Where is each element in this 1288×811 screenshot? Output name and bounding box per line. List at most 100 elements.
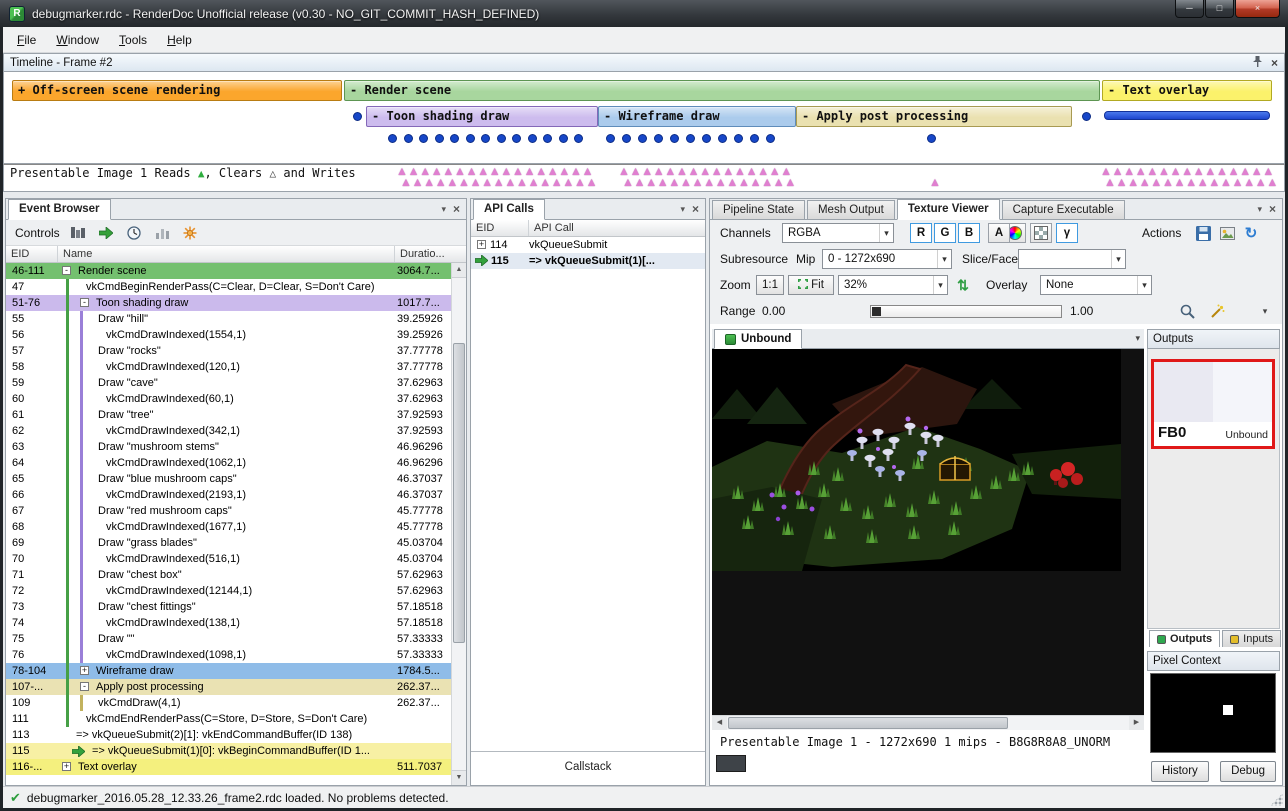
fit-button[interactable]: Fit — [788, 275, 834, 295]
timeline-dot[interactable] — [766, 134, 775, 143]
timeline-dot[interactable] — [353, 112, 362, 121]
event-row-59[interactable]: 59Draw "cave"37.62963 — [6, 375, 451, 391]
refresh-button[interactable]: ↻ — [1240, 223, 1262, 243]
api-calls-header[interactable]: EID API Call — [471, 220, 705, 237]
timeline-dot[interactable] — [718, 134, 727, 143]
column-eid[interactable]: EID — [471, 220, 529, 236]
timeline-dot[interactable] — [574, 134, 583, 143]
event-row-58[interactable]: 58vkCmdDrawIndexed(120,1)37.77778 — [6, 359, 451, 375]
texture-tab-unbound[interactable]: Unbound — [714, 329, 802, 349]
event-row-57[interactable]: 57Draw "rocks"37.77778 — [6, 343, 451, 359]
callstack-section[interactable]: Callstack — [471, 751, 705, 785]
panel-close-icon[interactable]: × — [453, 202, 460, 216]
tree-toggle[interactable]: + — [62, 762, 71, 771]
tab-texture-viewer[interactable]: Texture Viewer — [897, 199, 1000, 220]
scroll-down-icon[interactable]: ▼ — [452, 770, 466, 785]
timeline-dot[interactable] — [750, 134, 759, 143]
timeline-dot[interactable] — [512, 134, 521, 143]
event-row-56[interactable]: 56vkCmdDrawIndexed(1554,1)39.25926 — [6, 327, 451, 343]
event-row-73[interactable]: 73Draw "chest fittings"57.18518 — [6, 599, 451, 615]
texture-tab-dropdown-icon[interactable]: ▾ — [1135, 333, 1140, 344]
channel-r-button[interactable]: R — [910, 223, 932, 243]
export-button[interactable] — [1216, 223, 1238, 243]
tree-toggle[interactable]: + — [477, 240, 486, 249]
column-api-call[interactable]: API Call — [529, 220, 705, 236]
event-row-66[interactable]: 66vkCmdDrawIndexed(2193,1)46.37037 — [6, 487, 451, 503]
event-row-113[interactable]: 113=> vkQueueSubmit(2)[1]: vkEndCommandB… — [6, 727, 451, 743]
menu-item-tools[interactable]: Tools — [109, 29, 157, 51]
timeline-dot[interactable] — [481, 134, 490, 143]
event-row-62[interactable]: 62vkCmdDrawIndexed(342,1)37.92593 — [6, 423, 451, 439]
tree-toggle[interactable]: - — [80, 682, 89, 691]
timeline-dot[interactable] — [686, 134, 695, 143]
event-row-109[interactable]: 109vkCmdDraw(4,1)262.37... — [6, 695, 451, 711]
timeline-dot[interactable] — [543, 134, 552, 143]
pixel-context-view[interactable] — [1150, 673, 1276, 753]
event-row-64[interactable]: 64vkCmdDrawIndexed(1062,1)46.96296 — [6, 455, 451, 471]
texture-display[interactable] — [712, 349, 1144, 715]
minimize-button[interactable]: ─ — [1175, 0, 1204, 18]
timeline-dot[interactable] — [702, 134, 711, 143]
event-row-61[interactable]: 61Draw "tree"37.92593 — [6, 407, 451, 423]
api-call-row-115[interactable]: 115=> vkQueueSubmit(1)[... — [471, 253, 705, 269]
timeline-dot[interactable] — [622, 134, 631, 143]
mip-combo[interactable]: 0 - 1272x690 ▾ — [822, 249, 952, 269]
event-row-70[interactable]: 70vkCmdDrawIndexed(516,1)45.03704 — [6, 551, 451, 567]
tab-outputs[interactable]: Outputs — [1149, 630, 1220, 647]
timeline-body[interactable]: + Off-screen scene rendering- Render sce… — [3, 72, 1285, 164]
timeline-block[interactable]: - Apply post processing — [796, 106, 1072, 127]
timeline-dot[interactable] — [404, 134, 413, 143]
event-row-67[interactable]: 67Draw "red mushroom caps"45.77778 — [6, 503, 451, 519]
range-slider[interactable] — [870, 305, 1062, 318]
timeline-dot[interactable] — [734, 134, 743, 143]
toolbar-overflow-button[interactable]: ▾ — [1254, 301, 1276, 321]
timeline-block[interactable]: - Render scene — [344, 80, 1100, 101]
timeline-block[interactable]: - Wireframe draw — [598, 106, 796, 127]
event-row-74[interactable]: 74vkCmdDrawIndexed(138,1)57.18518 — [6, 615, 451, 631]
event-row-69[interactable]: 69Draw "grass blades"45.03704 — [6, 535, 451, 551]
channel-b-button[interactable]: B — [958, 223, 980, 243]
goto-eid-icon[interactable] — [97, 223, 116, 242]
timeline-close-icon[interactable]: × — [1271, 58, 1278, 68]
timeline-dot[interactable] — [388, 134, 397, 143]
event-row-63[interactable]: 63Draw "mushroom stems"46.96296 — [6, 439, 451, 455]
scroll-up-icon[interactable]: ▲ — [452, 263, 466, 278]
column-name[interactable]: Name — [58, 246, 395, 262]
timeline-dot[interactable] — [528, 134, 537, 143]
save-button[interactable] — [1192, 223, 1214, 243]
tab-capture-executable[interactable]: Capture Executable — [1002, 200, 1125, 219]
history-button[interactable]: History — [1151, 761, 1209, 782]
pin-icon[interactable] — [1252, 56, 1263, 70]
debug-button[interactable]: Debug — [1220, 761, 1276, 782]
event-row-115[interactable]: 115=> vkQueueSubmit(1)[0]: vkBeginComman… — [6, 743, 451, 759]
timeline-dot[interactable] — [606, 134, 615, 143]
event-row-78-104[interactable]: 78-104+Wireframe draw1784.5... — [6, 663, 451, 679]
event-row-55[interactable]: 55Draw "hill"39.25926 — [6, 311, 451, 327]
timeline-header[interactable]: Timeline - Frame #2 × — [3, 53, 1285, 72]
panel-close-icon[interactable]: × — [692, 202, 699, 216]
timeline-dot[interactable] — [466, 134, 475, 143]
event-row-47[interactable]: 47vkCmdBeginRenderPass(C=Clear, D=Clear,… — [6, 279, 451, 295]
event-row-116-...[interactable]: 116-...+Text overlay511.7037 — [6, 759, 451, 775]
maximize-button[interactable]: □ — [1205, 0, 1234, 18]
timeline-dot[interactable] — [450, 134, 459, 143]
event-row-75[interactable]: 75Draw ""57.33333 — [6, 631, 451, 647]
zoom-1to1-button[interactable]: 1:1 — [756, 275, 784, 295]
column-duration[interactable]: Duratio... — [395, 246, 466, 262]
timeline-block[interactable]: + Off-screen scene rendering — [12, 80, 342, 101]
event-row-72[interactable]: 72vkCmdDrawIndexed(12144,1)57.62963 — [6, 583, 451, 599]
find-event-icon[interactable] — [181, 223, 200, 242]
event-row-107-...[interactable]: 107-...-Apply post processing262.37... — [6, 679, 451, 695]
timeline-dot[interactable] — [1082, 112, 1091, 121]
timeline-dot[interactable] — [435, 134, 444, 143]
timeline-block[interactable]: - Toon shading draw — [366, 106, 598, 127]
tab-mesh-output[interactable]: Mesh Output — [807, 200, 895, 219]
timeline-block[interactable]: - Text overlay — [1102, 80, 1272, 101]
tab-event-browser[interactable]: Event Browser — [8, 199, 111, 220]
alpha-checker-button[interactable] — [1030, 223, 1052, 243]
timeline-dot[interactable] — [654, 134, 663, 143]
scroll-right-icon[interactable]: ▶ — [1129, 716, 1144, 730]
api-call-row-114[interactable]: +114vkQueueSubmit — [471, 237, 705, 253]
statistics-icon[interactable] — [153, 223, 172, 242]
menu-item-file[interactable]: File — [7, 29, 46, 51]
